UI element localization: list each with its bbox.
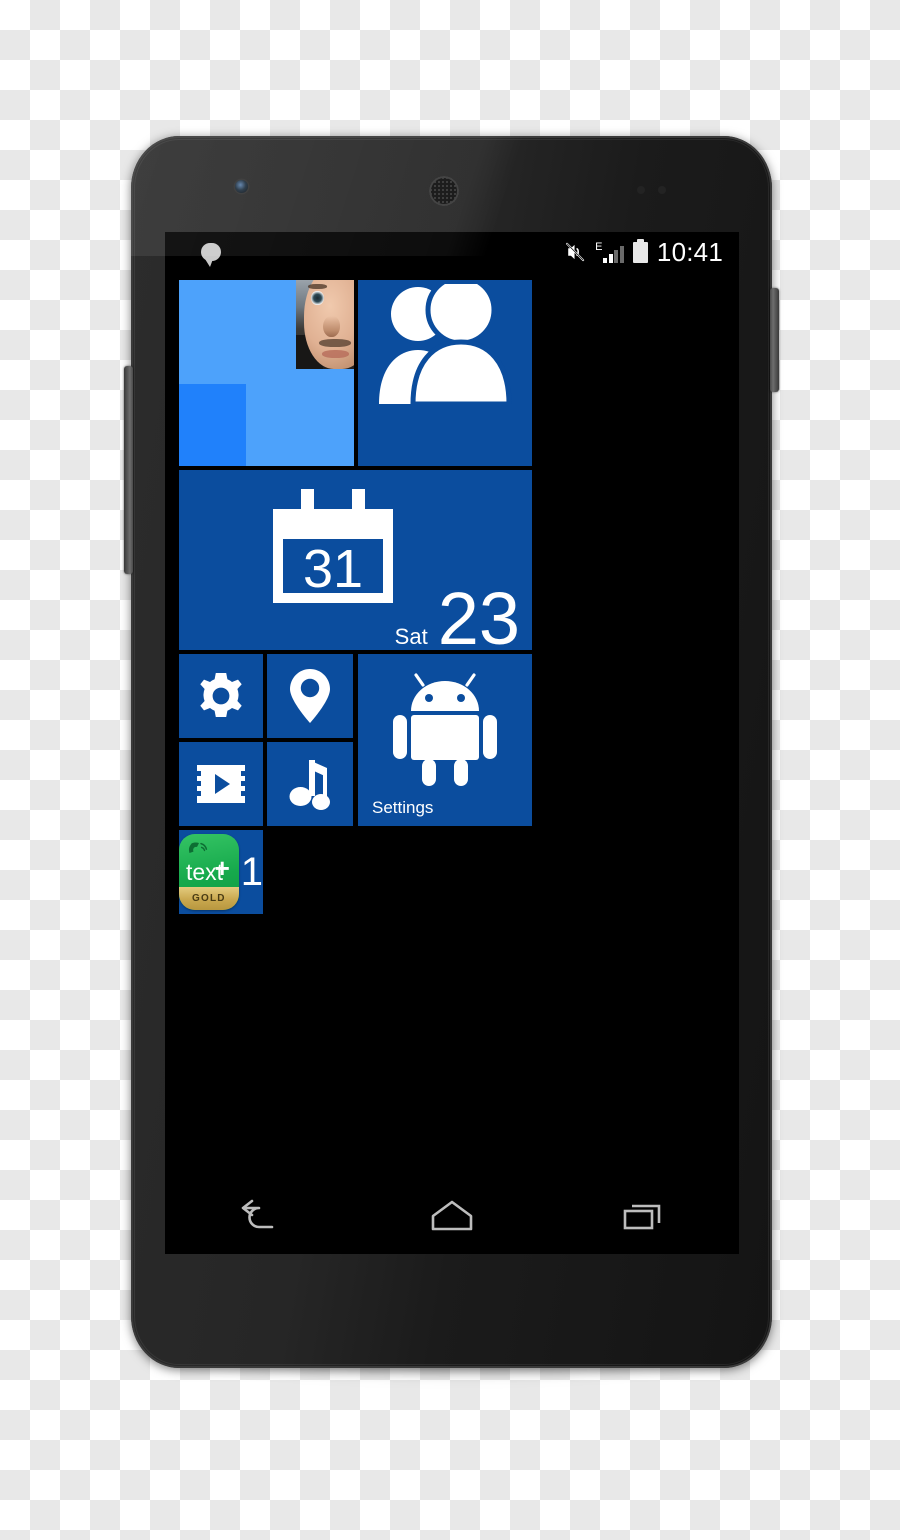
textplus-gold-icon: text + GOLD — [179, 834, 239, 910]
power-button[interactable] — [770, 288, 779, 392]
proximity-sensor — [637, 186, 645, 194]
tile-maps[interactable] — [267, 654, 353, 738]
back-arrow-icon — [241, 1199, 273, 1229]
map-pin-icon — [267, 654, 353, 738]
tile-label-settings: Settings — [372, 798, 434, 817]
volume-rocker-button[interactable] — [124, 366, 133, 574]
textplus-gold-band: GOLD — [179, 887, 239, 910]
edge-network-icon: E — [595, 241, 603, 253]
home-screen-tile-grid: 31 Sat 23 Settings text + GOLD 1 — [165, 272, 739, 1254]
textplus-plus-glyph: + — [214, 853, 230, 883]
tile-music[interactable] — [267, 742, 353, 826]
home-button[interactable] — [397, 1185, 507, 1245]
gear-icon — [179, 654, 263, 738]
screenshot-root: E 10:41 31 Sat 23 Settings text + GOLD 1 — [0, 0, 900, 1540]
navigation-bar — [165, 1176, 739, 1254]
photo-thumbnail — [296, 280, 354, 370]
home-icon — [431, 1200, 473, 1231]
recents-button[interactable] — [588, 1185, 698, 1245]
calendar-day-of-week: Sat — [394, 623, 428, 649]
textplus-badge-count: 1 — [240, 850, 263, 894]
mute-icon — [566, 242, 585, 262]
phone-screen: E 10:41 31 Sat 23 Settings text + GOLD 1 — [165, 232, 739, 1254]
status-bar-notifications — [165, 243, 221, 267]
tile-people[interactable] — [358, 280, 532, 466]
back-button[interactable] — [206, 1185, 316, 1245]
calendar-day-number: 23 — [437, 576, 520, 650]
textplus-gold-label: GOLD — [192, 893, 226, 904]
speech-bubble-icon — [201, 243, 221, 267]
music-note-icon — [267, 742, 353, 826]
tile-textplus[interactable]: text + GOLD 1 — [179, 830, 263, 914]
network-status: E — [595, 241, 624, 263]
earpiece-speaker — [429, 176, 459, 206]
front-camera-lens — [235, 180, 248, 193]
phone-device-body: E 10:41 31 Sat 23 Settings text + GOLD 1 — [124, 136, 779, 1368]
photo-accent-block — [179, 384, 246, 466]
tile-video[interactable] — [179, 742, 263, 826]
tile-calendar[interactable]: 31 Sat 23 — [179, 470, 532, 650]
ambient-light-sensor — [658, 186, 666, 194]
status-bar-clock: 10:41 — [656, 237, 723, 267]
people-icon — [358, 284, 532, 404]
status-bar-system-icons: E 10:41 — [564, 237, 739, 267]
status-bar[interactable]: E 10:41 — [165, 232, 739, 272]
signal-bars-icon — [603, 245, 624, 263]
tile-android-settings[interactable]: Settings — [358, 654, 532, 826]
calendar-date-display: Sat 23 — [394, 576, 520, 650]
battery-icon — [632, 238, 648, 263]
recents-icon — [624, 1204, 661, 1230]
tile-photos[interactable] — [179, 280, 354, 466]
svg-text:31: 31 — [302, 539, 362, 599]
film-play-icon — [179, 742, 263, 826]
tile-settings-small[interactable] — [179, 654, 263, 738]
